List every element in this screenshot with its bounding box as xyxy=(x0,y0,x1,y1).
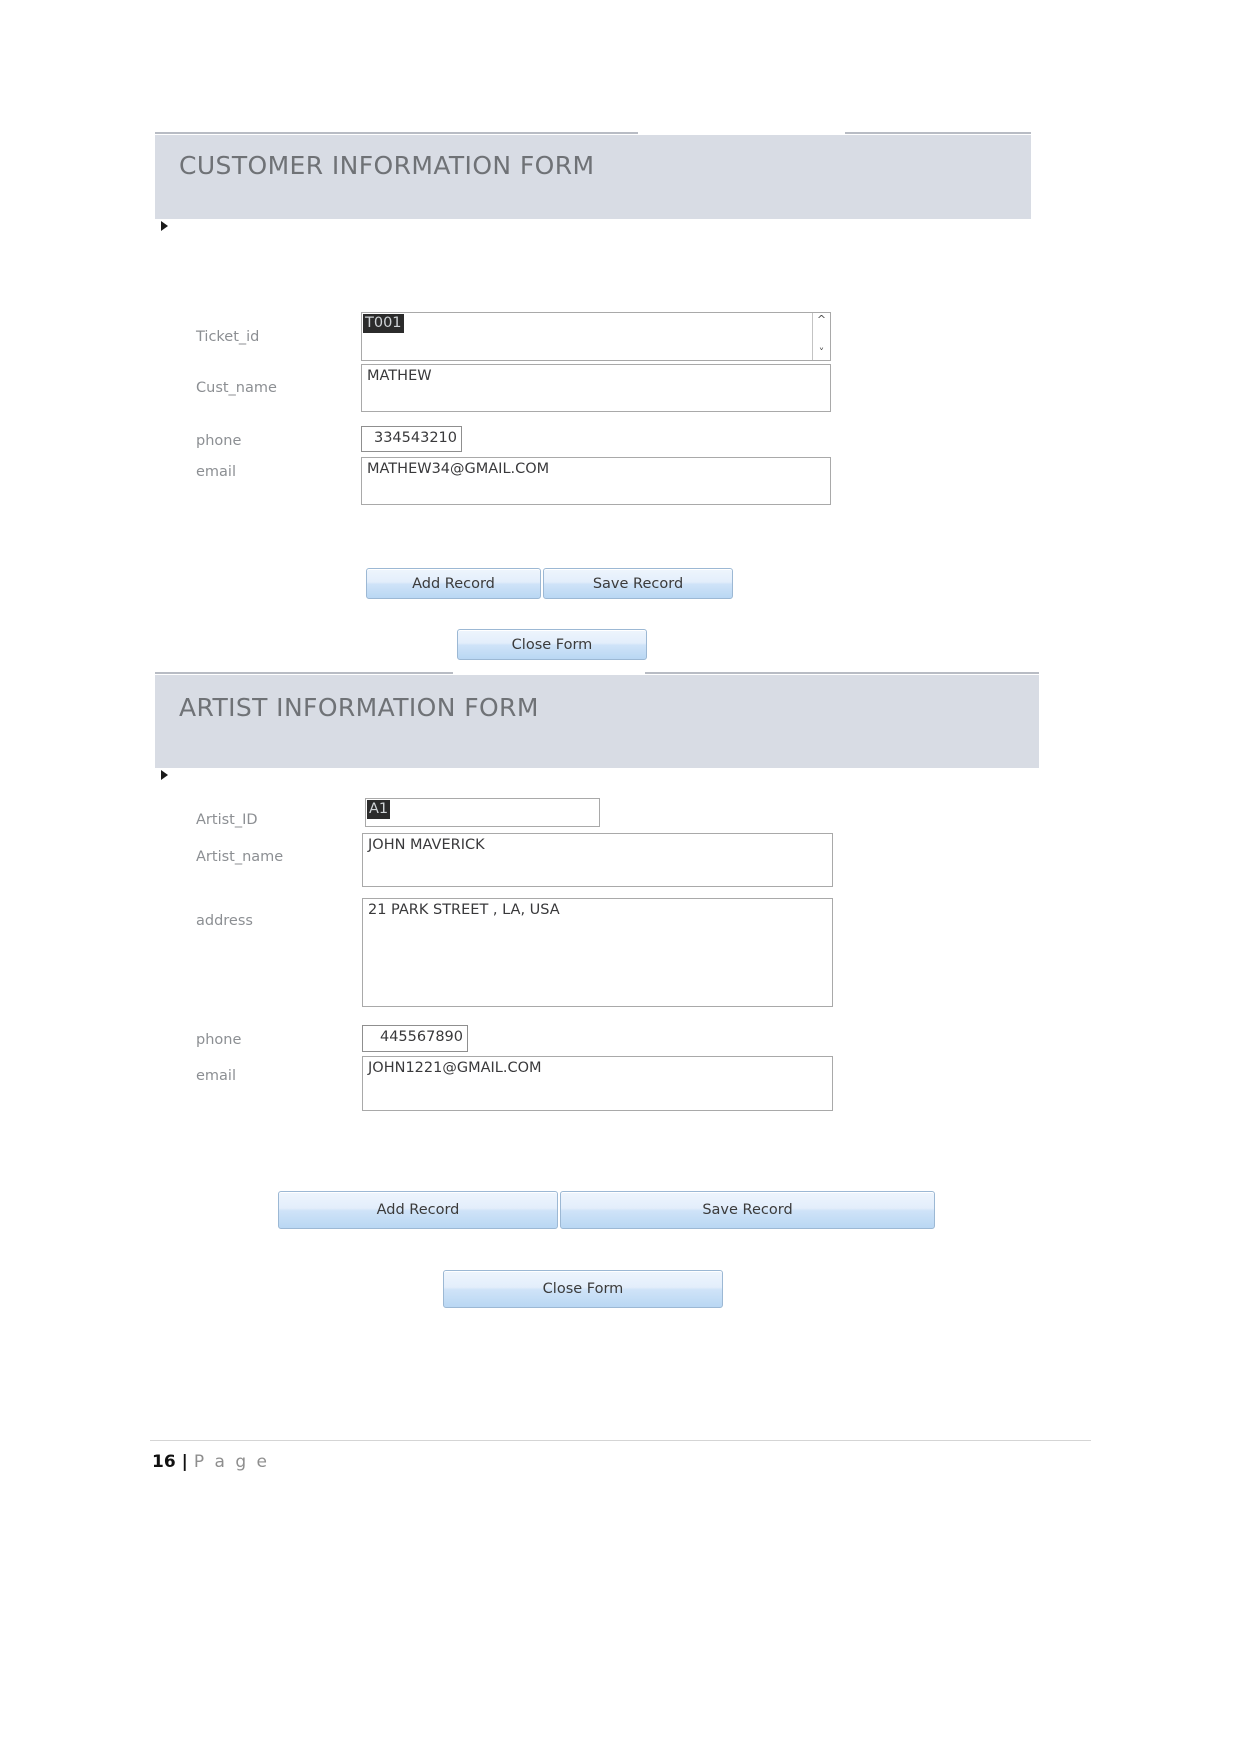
customer-add-record-button[interactable]: Add Record xyxy=(366,568,541,599)
artist-form-detail-area: Artist_ID A1 Artist_name JOHN MAVERICK a… xyxy=(171,768,1039,1352)
phone-input[interactable]: 334543210 xyxy=(361,426,462,452)
customer-form-title: CUSTOMER INFORMATION FORM xyxy=(179,151,595,180)
customer-information-form: CUSTOMER INFORMATION FORM Ticket_id T001… xyxy=(155,132,1031,660)
artist-id-input[interactable]: A1 xyxy=(365,798,600,827)
ticket-id-combo[interactable]: T001 ^ ˅ xyxy=(361,312,831,361)
artist-form-header: ARTIST INFORMATION FORM xyxy=(155,675,1039,768)
artist-email-input[interactable]: JOHN1221@GMAIL.COM xyxy=(362,1056,833,1111)
artist-form-title: ARTIST INFORMATION FORM xyxy=(179,693,539,722)
customer-form-detail-area: Ticket_id T001 ^ ˅ Cust_name MATHEW phon… xyxy=(171,219,1031,660)
email-input[interactable]: MATHEW34@GMAIL.COM xyxy=(361,457,831,505)
artist-id-value: A1 xyxy=(367,800,391,819)
page-footer: 16 | P a g e xyxy=(152,1452,270,1472)
header-cap-left xyxy=(155,132,638,134)
artist-save-record-button[interactable]: Save Record xyxy=(560,1191,935,1229)
artist-name-label: Artist_name xyxy=(196,849,284,865)
record-selector-arrow-icon xyxy=(161,770,168,780)
header-cap-right xyxy=(645,672,1039,674)
chevron-down-icon[interactable]: ˅ xyxy=(819,347,825,358)
cust-name-label: Cust_name xyxy=(196,380,277,396)
ticket-id-value: T001 xyxy=(363,314,404,333)
footer-separator: | xyxy=(181,1452,188,1472)
phone-label: phone xyxy=(196,433,242,449)
chevron-up-icon[interactable]: ^ xyxy=(817,314,826,325)
artist-information-form: ARTIST INFORMATION FORM Artist_ID A1 Art… xyxy=(155,672,1039,1352)
footer-page-number: 16 xyxy=(152,1452,176,1472)
record-selector-arrow-icon xyxy=(161,221,168,231)
email-label: email xyxy=(196,464,236,480)
artist-email-label: email xyxy=(196,1068,236,1084)
header-cap-right xyxy=(845,132,1031,134)
artist-name-input[interactable]: JOHN MAVERICK xyxy=(362,833,833,887)
artist-id-label: Artist_ID xyxy=(196,812,258,828)
footer-page-label: P a g e xyxy=(193,1452,270,1472)
ticket-id-label: Ticket_id xyxy=(196,329,260,345)
customer-close-form-button[interactable]: Close Form xyxy=(457,629,647,660)
artist-phone-label: phone xyxy=(196,1032,242,1048)
cust-name-input[interactable]: MATHEW xyxy=(361,364,831,412)
ticket-id-scroll-buttons[interactable]: ^ ˅ xyxy=(812,313,830,360)
address-label: address xyxy=(196,913,253,929)
artist-close-form-button[interactable]: Close Form xyxy=(443,1270,723,1308)
header-cap-left xyxy=(155,672,453,674)
address-input[interactable]: 21 PARK STREET , LA, USA xyxy=(362,898,833,1007)
document-page: CUSTOMER INFORMATION FORM Ticket_id T001… xyxy=(0,0,1241,1754)
footer-divider xyxy=(150,1440,1091,1441)
artist-phone-input[interactable]: 445567890 xyxy=(362,1025,468,1052)
artist-add-record-button[interactable]: Add Record xyxy=(278,1191,558,1229)
customer-form-header: CUSTOMER INFORMATION FORM xyxy=(155,135,1031,219)
customer-save-record-button[interactable]: Save Record xyxy=(543,568,733,599)
